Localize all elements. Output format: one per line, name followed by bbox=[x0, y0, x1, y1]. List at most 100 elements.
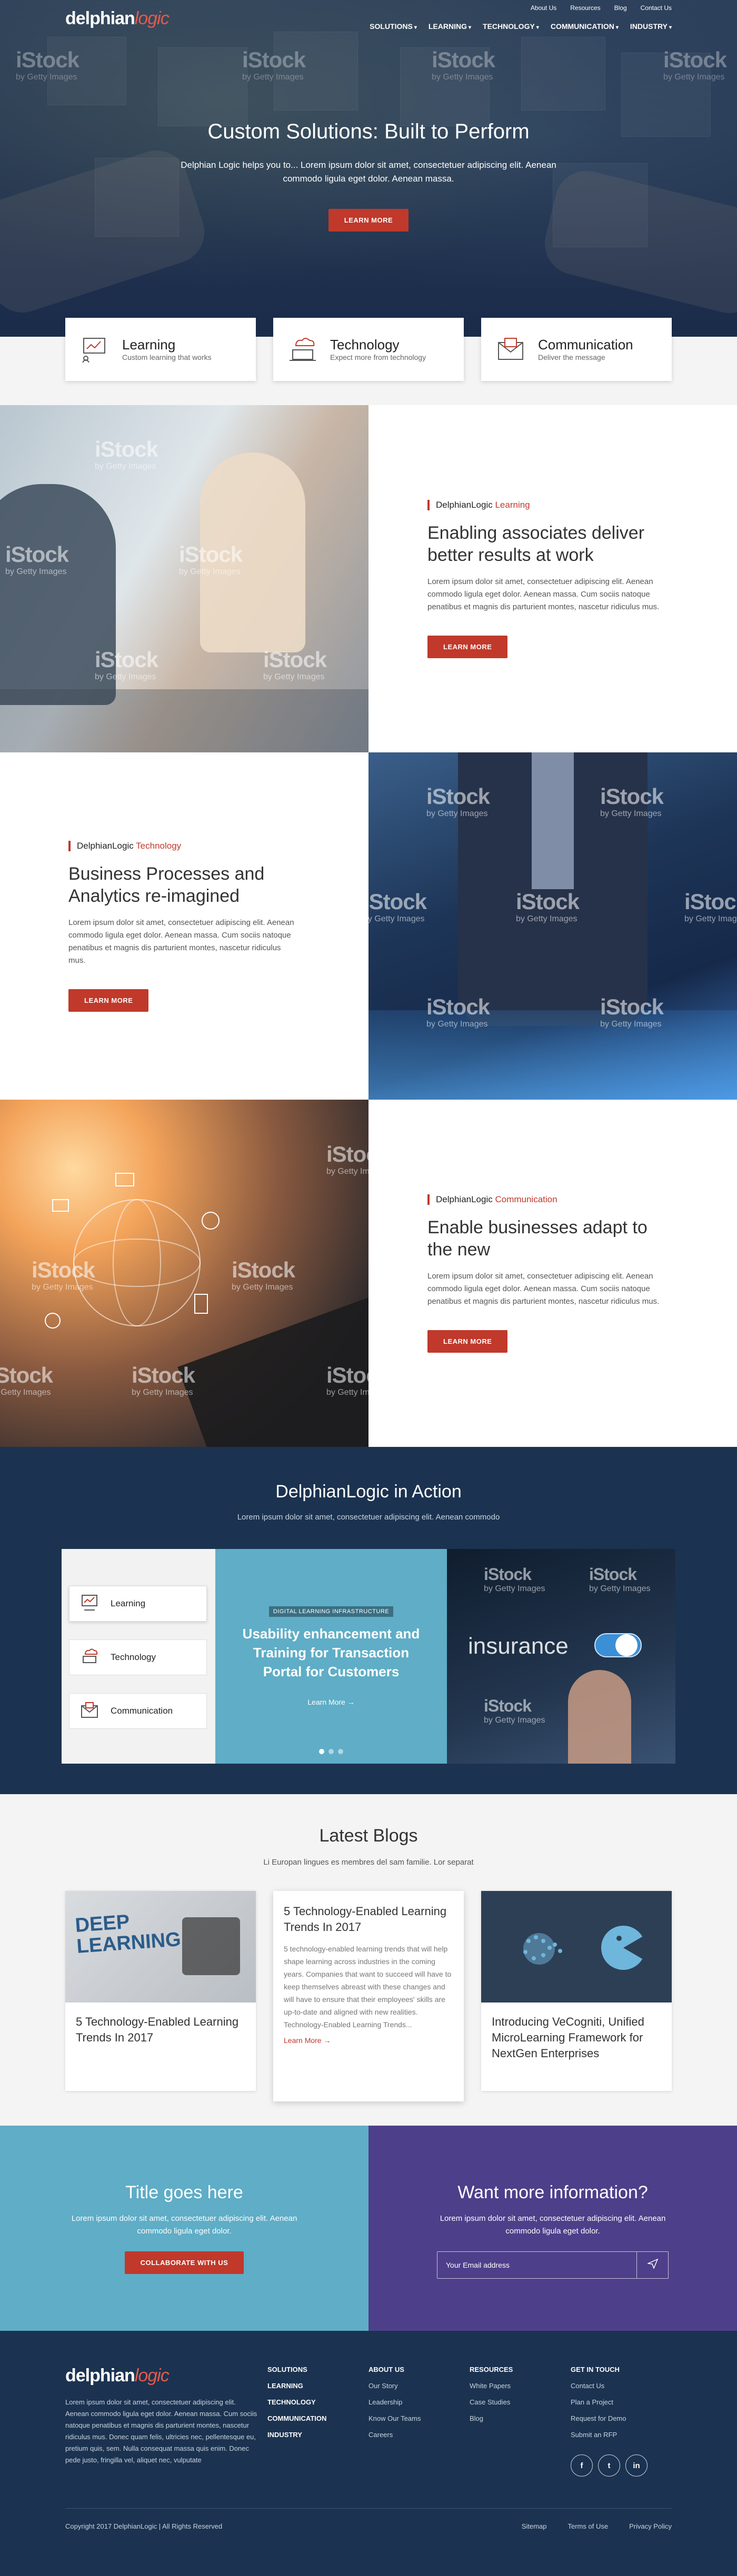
footer-link[interactable]: Request for Demo bbox=[571, 2414, 672, 2422]
terms-link[interactable]: Terms of Use bbox=[568, 2522, 609, 2530]
newsletter-title: Want more information? bbox=[457, 2182, 648, 2202]
stock-watermark: iStockby Getty Images bbox=[0, 1363, 53, 1397]
feature-title: Technology bbox=[330, 336, 400, 353]
send-button[interactable] bbox=[636, 2252, 668, 2278]
in-action-subtitle: Lorem ipsum dolor sit amet, consectetuer… bbox=[237, 1513, 500, 1522]
util-link-about[interactable]: About Us bbox=[531, 4, 556, 12]
stock-watermark: iStockby Getty Images bbox=[132, 1363, 195, 1397]
footer-link[interactable]: Leadership bbox=[368, 2398, 470, 2406]
util-link-blog[interactable]: Blog bbox=[614, 4, 627, 12]
collaborate-button[interactable]: COLLABORATE WITH US bbox=[124, 2251, 244, 2274]
learning-board-icon bbox=[79, 334, 111, 365]
feature-card-technology[interactable]: Technology Expect more from technology bbox=[273, 318, 464, 381]
tab-learning[interactable]: Learning bbox=[69, 1586, 207, 1622]
collaborate-panel: Title goes here Lorem ipsum dolor sit am… bbox=[0, 2126, 368, 2331]
hero-section: iStock by Getty Images iStock by Getty Ima… bbox=[0, 0, 737, 337]
features-strip: Learning Custom learning that works Techn… bbox=[0, 318, 737, 405]
copyright-text: Copyright 2017 DelphianLogic | All Right… bbox=[65, 2522, 223, 2530]
carousel-dot[interactable] bbox=[319, 1749, 324, 1754]
cloud-laptop-icon bbox=[80, 1648, 99, 1667]
learning-learn-more-button[interactable]: LEARN MORE bbox=[427, 635, 508, 658]
stock-watermark: iStockby Getty Images bbox=[95, 647, 158, 681]
stock-watermark: iStockby Getty Images bbox=[326, 1142, 368, 1176]
tab-technology[interactable]: Technology bbox=[69, 1639, 207, 1675]
insurance-photo: insurance iStock by Getty Images iStock by… bbox=[447, 1549, 675, 1764]
section-text: Lorem ipsum dolor sit amet, consectetuer… bbox=[427, 577, 660, 611]
footer-link[interactable]: Case Studies bbox=[470, 2398, 571, 2406]
tab-communication[interactable]: Communication bbox=[69, 1693, 207, 1729]
stock-watermark: iStockby Getty Images bbox=[516, 889, 580, 923]
nav-item-learning[interactable]: LEARNING ▾ bbox=[429, 22, 471, 31]
sitemap-link[interactable]: Sitemap bbox=[522, 2522, 547, 2530]
in-action-title: DelphianLogic in Action bbox=[275, 1482, 462, 1502]
cta-text: Lorem ipsum dolor sit amet, consectetuer… bbox=[71, 2214, 297, 2236]
stock-watermark: iStockby Getty Images bbox=[179, 542, 243, 576]
footer-link[interactable]: SOLUTIONS bbox=[267, 2366, 368, 2373]
facebook-icon[interactable]: f bbox=[571, 2454, 593, 2477]
technology-section: DelphianLogic Technology Business Proces… bbox=[0, 752, 737, 1100]
section-kicker: DelphianLogic Technology bbox=[68, 840, 295, 851]
footer-link[interactable]: Plan a Project bbox=[571, 2398, 672, 2406]
social-links: f t in bbox=[571, 2454, 672, 2477]
util-link-resources[interactable]: Resources bbox=[570, 4, 600, 12]
thumbnail-text: DEEP LEARNING bbox=[74, 1910, 182, 1958]
twitter-icon[interactable]: t bbox=[598, 2454, 620, 2477]
feature-card-learning[interactable]: Learning Custom learning that works bbox=[65, 318, 256, 381]
envelope-icon bbox=[80, 1702, 99, 1721]
footer-link[interactable]: Submit an RFP bbox=[571, 2431, 672, 2439]
nav-item-industry[interactable]: INDUSTRY ▾ bbox=[630, 22, 672, 31]
blog-learn-more-link[interactable]: Learn More → bbox=[284, 2036, 331, 2045]
chevron-down-icon: ▾ bbox=[468, 25, 472, 31]
envelope-icon bbox=[495, 334, 526, 365]
technology-learn-more-button[interactable]: LEARN MORE bbox=[68, 989, 149, 1012]
section-title: Enabling associates deliver better resul… bbox=[427, 522, 645, 565]
paper-plane-icon bbox=[646, 2258, 658, 2271]
blog-card[interactable]: Introducing VeCogniti, Unified MicroLear… bbox=[481, 1891, 672, 2091]
communication-section: iStockby Getty Images iStockby Getty Ima… bbox=[0, 1100, 737, 1447]
carousel-dot[interactable] bbox=[328, 1749, 334, 1754]
footer-link[interactable]: TECHNOLOGY bbox=[267, 2398, 368, 2406]
brand-logo[interactable]: delphianlogic bbox=[65, 8, 170, 29]
meeting-photo: iStock by Getty Images iStock by Getty Ima… bbox=[0, 405, 368, 752]
footer-about-text: Lorem ipsum dolor sit amet, consectetuer… bbox=[65, 2398, 257, 2464]
cloud-laptop-icon bbox=[287, 334, 318, 365]
section-title: Enable businesses adapt to the new bbox=[427, 1217, 648, 1260]
footer-link[interactable]: LEARNING bbox=[267, 2382, 368, 2390]
blog-title: 5 Technology-Enabled Learning Trends In … bbox=[284, 1905, 447, 1934]
footer-heading: RESOURCES bbox=[470, 2366, 513, 2373]
footer-link[interactable]: Blog bbox=[470, 2414, 571, 2422]
stock-watermark: iStockby Getty Images bbox=[368, 889, 427, 923]
feature-title: Communication bbox=[538, 336, 633, 353]
nav-item-technology[interactable]: TECHNOLOGY ▾ bbox=[483, 22, 539, 31]
footer-link[interactable]: White Papers bbox=[470, 2382, 571, 2390]
learning-section: iStock by Getty Images iStock by Getty Ima… bbox=[0, 405, 737, 752]
nav-item-solutions[interactable]: SOLUTIONS ▾ bbox=[370, 22, 417, 31]
carousel-dot[interactable] bbox=[338, 1749, 343, 1754]
privacy-link[interactable]: Privacy Policy bbox=[629, 2522, 672, 2530]
stock-watermark: iStockby Getty Images bbox=[426, 994, 490, 1029]
stock-watermark: iStockby Getty Images bbox=[484, 1696, 545, 1725]
email-field[interactable] bbox=[437, 2252, 636, 2278]
hero-learn-more-button[interactable]: LEARN MORE bbox=[328, 209, 409, 232]
feature-card-communication[interactable]: Communication Deliver the message bbox=[481, 318, 672, 381]
linkedin-icon[interactable]: in bbox=[625, 2454, 648, 2477]
blog-card[interactable]: DEEP LEARNING 5 Technology-Enabled Learn… bbox=[65, 1891, 256, 2091]
footer-link[interactable]: INDUSTRY bbox=[267, 2431, 368, 2439]
stock-watermark: iStockby Getty Images bbox=[600, 994, 664, 1029]
hero-text: Delphian Logic helps you to... Lorem ips… bbox=[181, 160, 556, 184]
section-title: Business Processes and Analytics re-imag… bbox=[68, 863, 265, 906]
blogs-title: Latest Blogs bbox=[319, 1826, 418, 1846]
blog-excerpt: 5 technology-enabled learning trends tha… bbox=[284, 1945, 452, 2029]
footer-link[interactable]: Contact Us bbox=[571, 2382, 672, 2390]
communication-learn-more-button[interactable]: LEARN MORE bbox=[427, 1330, 508, 1353]
util-link-contact[interactable]: Contact Us bbox=[641, 4, 672, 12]
footer-link[interactable]: Careers bbox=[368, 2431, 470, 2439]
footer-link[interactable]: Our Story bbox=[368, 2382, 470, 2390]
footer-logo[interactable]: delphianlogic bbox=[65, 2366, 267, 2386]
footer-link[interactable]: Know Our Teams bbox=[368, 2414, 470, 2422]
nav-item-communication[interactable]: COMMUNICATION ▾ bbox=[551, 22, 619, 31]
blog-card-expanded[interactable]: 5 Technology-Enabled Learning Trends In … bbox=[273, 1891, 464, 2101]
slide-learn-more-link[interactable]: Learn More → bbox=[307, 1698, 354, 1706]
chevron-down-icon: ▾ bbox=[414, 25, 417, 31]
footer-link[interactable]: COMMUNICATION bbox=[267, 2414, 368, 2422]
